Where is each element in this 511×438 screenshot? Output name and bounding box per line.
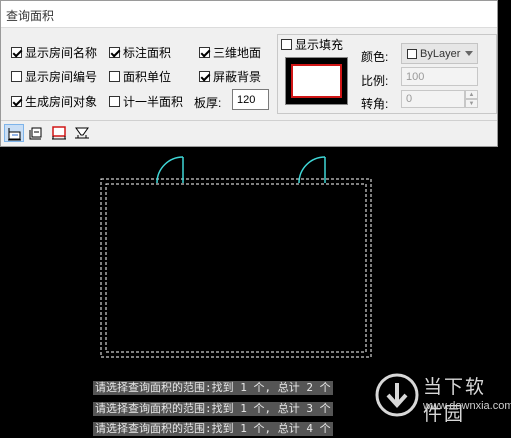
mask-background-label: 屏蔽背景 (213, 70, 262, 84)
command-line: 请选择查询面积的范围:找到 1 个, 总计 2 个 (93, 381, 333, 395)
watermark-brand: 当下软件园 (423, 377, 487, 425)
checkbox-mark[interactable] (109, 96, 120, 107)
create-room-object-checkbox[interactable]: 生成房间对象 (11, 93, 97, 110)
show-fill-label: 显示填充 (295, 38, 344, 52)
area-unit-checkbox[interactable]: 面积单位 (109, 68, 171, 85)
half-area-label: 计一半面积 (123, 95, 184, 109)
toolbar-divider (1, 120, 497, 121)
apartment-area-icon[interactable] (49, 124, 69, 142)
angle-label: 转角: (361, 97, 389, 111)
watermark: 当下软件园 www.downxia.com (373, 369, 511, 425)
angle-input[interactable] (401, 90, 465, 108)
query-area-dialog: 查询面积 显示房间名称 标注面积 三维地面 显示房间编号 面积单位 屏蔽背景 生… (0, 0, 498, 147)
color-swatch-icon (407, 48, 417, 59)
door-left-icon (156, 156, 184, 184)
dialog-titlebar[interactable]: 查询面积 (1, 1, 497, 28)
thickness-label: 板厚: (194, 96, 222, 110)
mark-area-label: 标注面积 (123, 46, 172, 60)
watermark-url: www.downxia.com (423, 400, 511, 412)
three-d-floor-label: 三维地面 (213, 46, 262, 60)
checkbox-mark[interactable] (11, 47, 22, 58)
mark-area-checkbox[interactable]: 标注面积 (109, 44, 171, 61)
spinner-down-icon[interactable]: ▼ (465, 99, 478, 108)
show-room-name-label: 显示房间名称 (25, 46, 98, 60)
three-d-floor-checkbox[interactable]: 三维地面 (199, 44, 261, 61)
area-unit-label: 面积单位 (123, 70, 172, 84)
show-room-number-label: 显示房间编号 (25, 70, 98, 84)
checkbox-mark[interactable] (199, 71, 210, 82)
checkbox-mark[interactable] (109, 71, 120, 82)
thickness-input[interactable] (232, 89, 269, 110)
create-room-object-label: 生成房间对象 (25, 95, 98, 109)
command-line: 请选择查询面积的范围:找到 1 个, 总计 3 个 (93, 402, 333, 416)
half-area-checkbox[interactable]: 计一半面积 (109, 93, 183, 110)
angle-spinner[interactable]: ▲ ▼ (465, 90, 478, 108)
building-outline-icon[interactable] (27, 124, 47, 142)
spinner-up-icon[interactable]: ▲ (465, 90, 478, 99)
room-outline[interactable] (100, 178, 372, 358)
mask-background-checkbox[interactable]: 屏蔽背景 (199, 68, 261, 85)
color-select[interactable]: ByLayer (401, 43, 478, 64)
checkbox-mark[interactable] (281, 39, 292, 50)
checkbox-mark[interactable] (199, 47, 210, 58)
show-room-name-checkbox[interactable]: 显示房间名称 (11, 44, 97, 61)
show-room-number-checkbox[interactable]: 显示房间编号 (11, 68, 97, 85)
dialog-title: 查询面积 (6, 9, 55, 23)
fill-preview[interactable] (285, 57, 348, 105)
balcony-area-icon[interactable] (72, 124, 92, 142)
checkbox-mark[interactable] (11, 71, 22, 82)
brand-logo-icon (375, 373, 419, 417)
scale-label: 比例: (361, 74, 389, 88)
checkbox-mark[interactable] (11, 96, 22, 107)
color-label: 颜色: (361, 50, 389, 64)
color-value: ByLayer (420, 47, 461, 60)
command-line: 请选择查询面积的范围:找到 1 个, 总计 4 个 (93, 422, 333, 436)
scale-input[interactable] (401, 67, 478, 86)
chevron-down-icon (465, 51, 473, 56)
show-fill-checkbox[interactable]: 显示填充 (281, 36, 347, 53)
fill-preview-swatch (291, 64, 342, 98)
room-area-icon[interactable] (4, 124, 24, 142)
checkbox-mark[interactable] (109, 47, 120, 58)
